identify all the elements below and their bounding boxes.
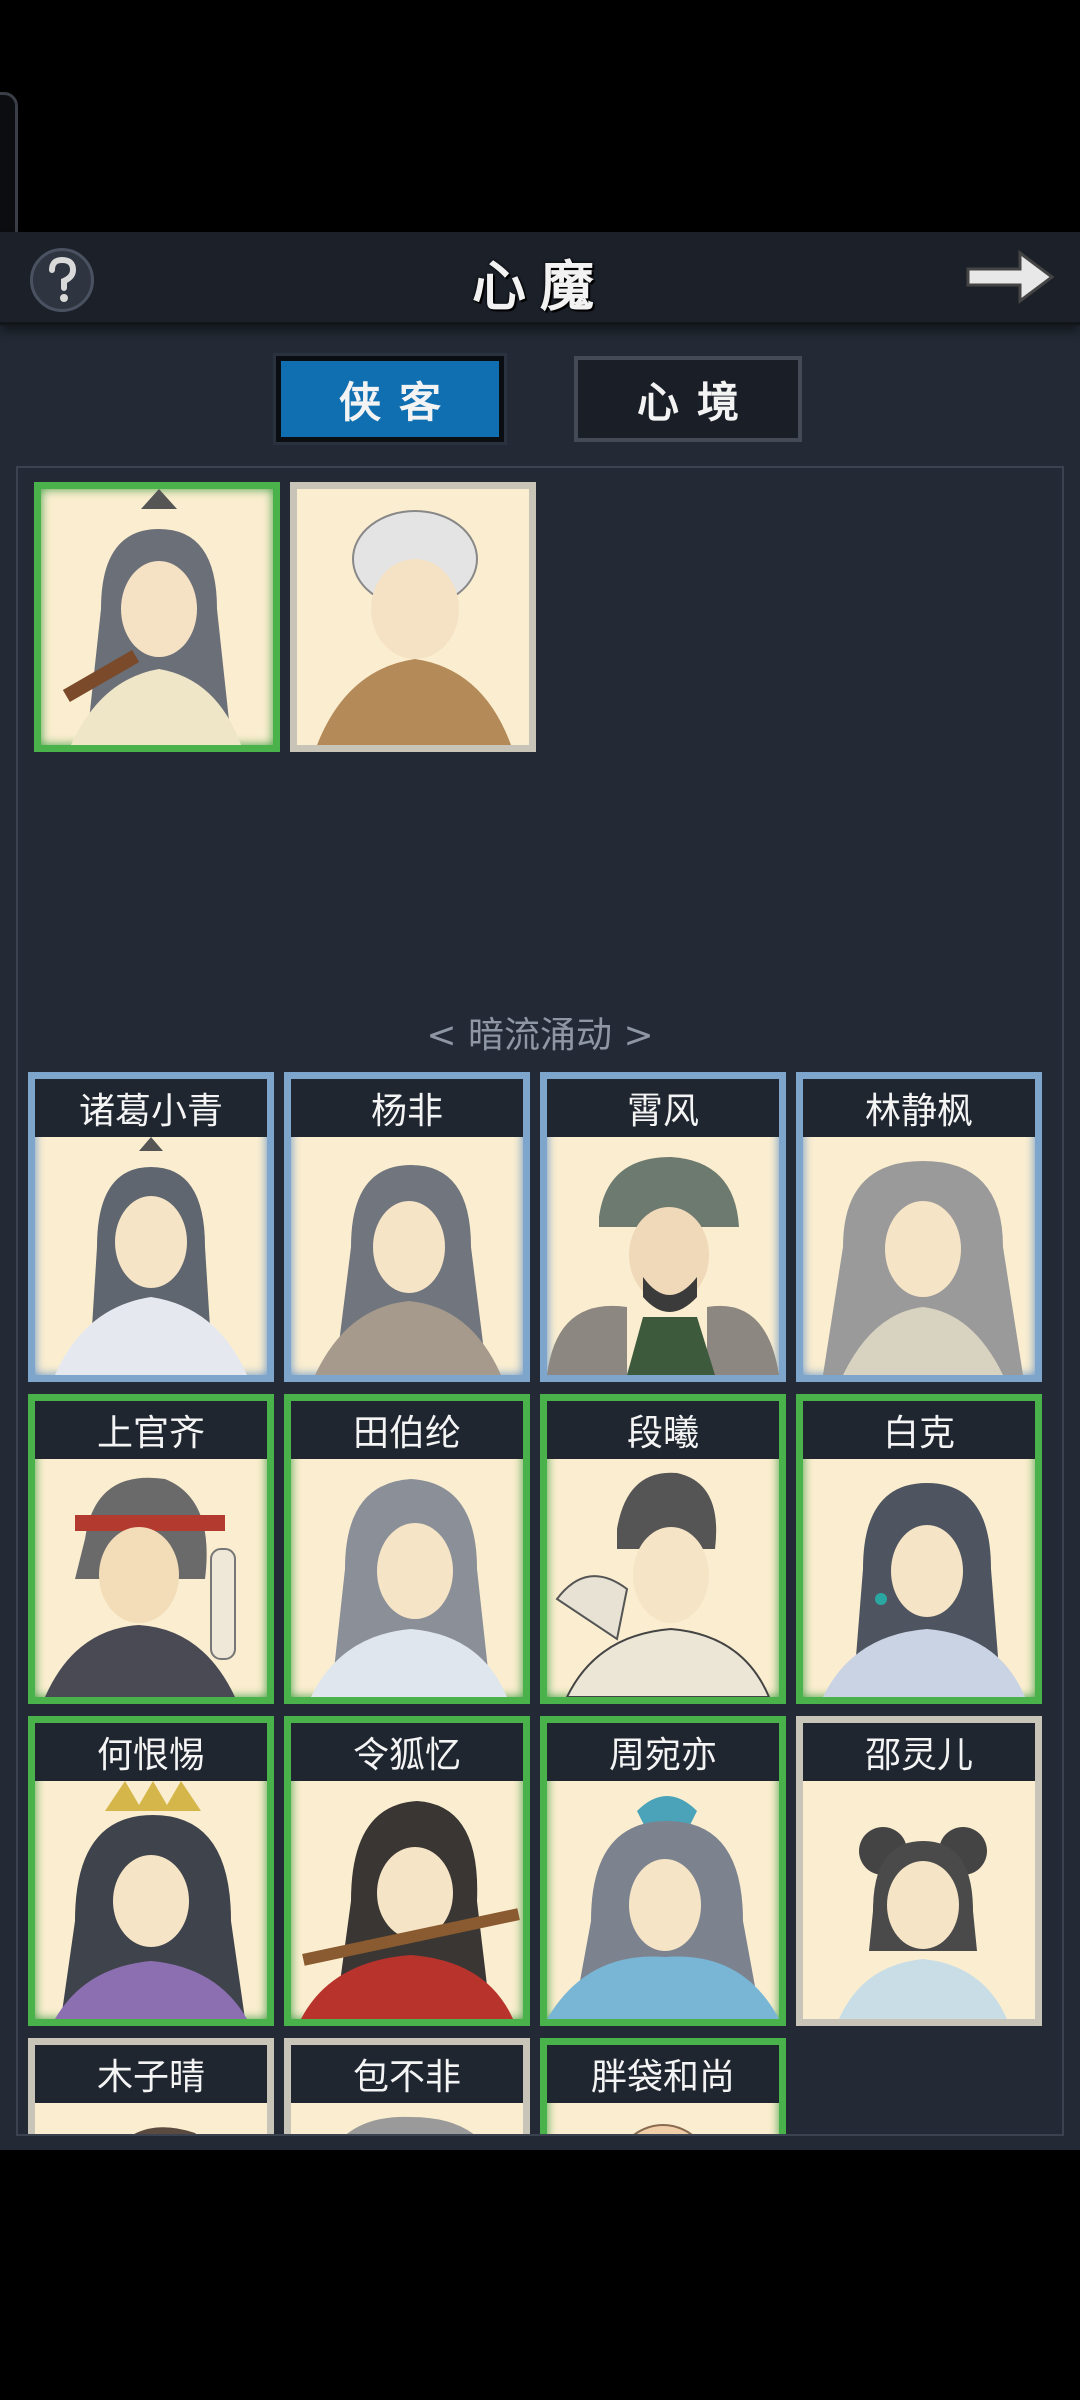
heart-demon-panel: 心魔 侠客 心境 < 暗流涌动 > 诸葛小青 杨非 霄风 林静枫 上官齐 田伯纶… [0,232,1080,2150]
portrait-image [823,1161,1023,1375]
character-card[interactable]: 邵灵儿 [796,1716,1042,2026]
portrait-image [55,1781,247,2019]
character-card[interactable]: 白克 [796,1394,1042,1704]
portrait-image [555,1472,771,1697]
character-name: 包不非 [291,2045,523,2103]
character-name: 上官齐 [35,1401,267,1459]
character-card[interactable]: 田伯纶 [284,1394,530,1704]
portrait-image [633,2124,693,2134]
portrait-image [301,1801,520,2019]
character-name: 段曦 [547,1401,779,1459]
character-name: 木子晴 [35,2045,267,2103]
portrait-image [55,1137,247,1375]
character-name: 邵灵儿 [803,1723,1035,1781]
character-card[interactable]: 诸葛小青 [28,1072,274,1382]
portrait-image [134,2127,197,2134]
character-name: 白克 [803,1401,1035,1459]
character-card[interactable]: 包不非 [284,2038,530,2134]
character-name: 田伯纶 [291,1401,523,1459]
tab-mindset[interactable]: 心境 [574,356,802,442]
tab-heroes[interactable]: 侠客 [273,353,507,445]
character-name: 周宛亦 [547,1723,779,1781]
back-button[interactable] [960,242,1060,312]
header-bar: 心魔 [0,232,1080,325]
character-name: 霄风 [547,1079,779,1137]
character-card[interactable]: 林静枫 [796,1072,1042,1382]
character-card[interactable]: 段曦 [540,1394,786,1704]
portrait-image [311,1479,507,1697]
portrait-image [315,1165,501,1375]
character-grid: < 暗流涌动 > 诸葛小青 杨非 霄风 林静枫 上官齐 田伯纶 段曦 白克 何恨… [16,466,1064,2136]
portrait-image [62,489,241,745]
portrait-image [547,1796,779,2019]
character-card-partial-1[interactable] [34,482,280,752]
character-name: 何恨惕 [35,1723,267,1781]
character-name: 杨非 [291,1079,523,1137]
portrait-image [839,1827,1007,2019]
portrait-image [547,1157,779,1375]
character-name: 令狐忆 [291,1723,523,1781]
character-card[interactable]: 上官齐 [28,1394,274,1704]
portrait-image [346,2116,474,2134]
portrait-image [317,510,511,745]
character-card-partial-2[interactable] [290,482,536,752]
character-name: 诸葛小青 [35,1079,267,1137]
portrait-image [823,1483,1025,1697]
character-card[interactable]: 何恨惕 [28,1716,274,2026]
character-card[interactable]: 周宛亦 [540,1716,786,2026]
system-navigation-area [0,2150,1080,2400]
character-card[interactable]: 令狐忆 [284,1716,530,2026]
section-header: < 暗流涌动 > [426,1015,654,1056]
character-card[interactable]: 霄风 [540,1072,786,1382]
character-card[interactable]: 胖袋和尚 [540,2038,786,2134]
character-name: 胖袋和尚 [547,2045,779,2103]
page-title: 心魔 [472,254,608,318]
arrow-right-icon [966,250,1055,304]
character-card[interactable]: 杨非 [284,1072,530,1382]
portrait-image [45,1477,236,1697]
character-card[interactable]: 木子晴 [28,2038,274,2134]
character-name: 林静枫 [803,1079,1035,1137]
